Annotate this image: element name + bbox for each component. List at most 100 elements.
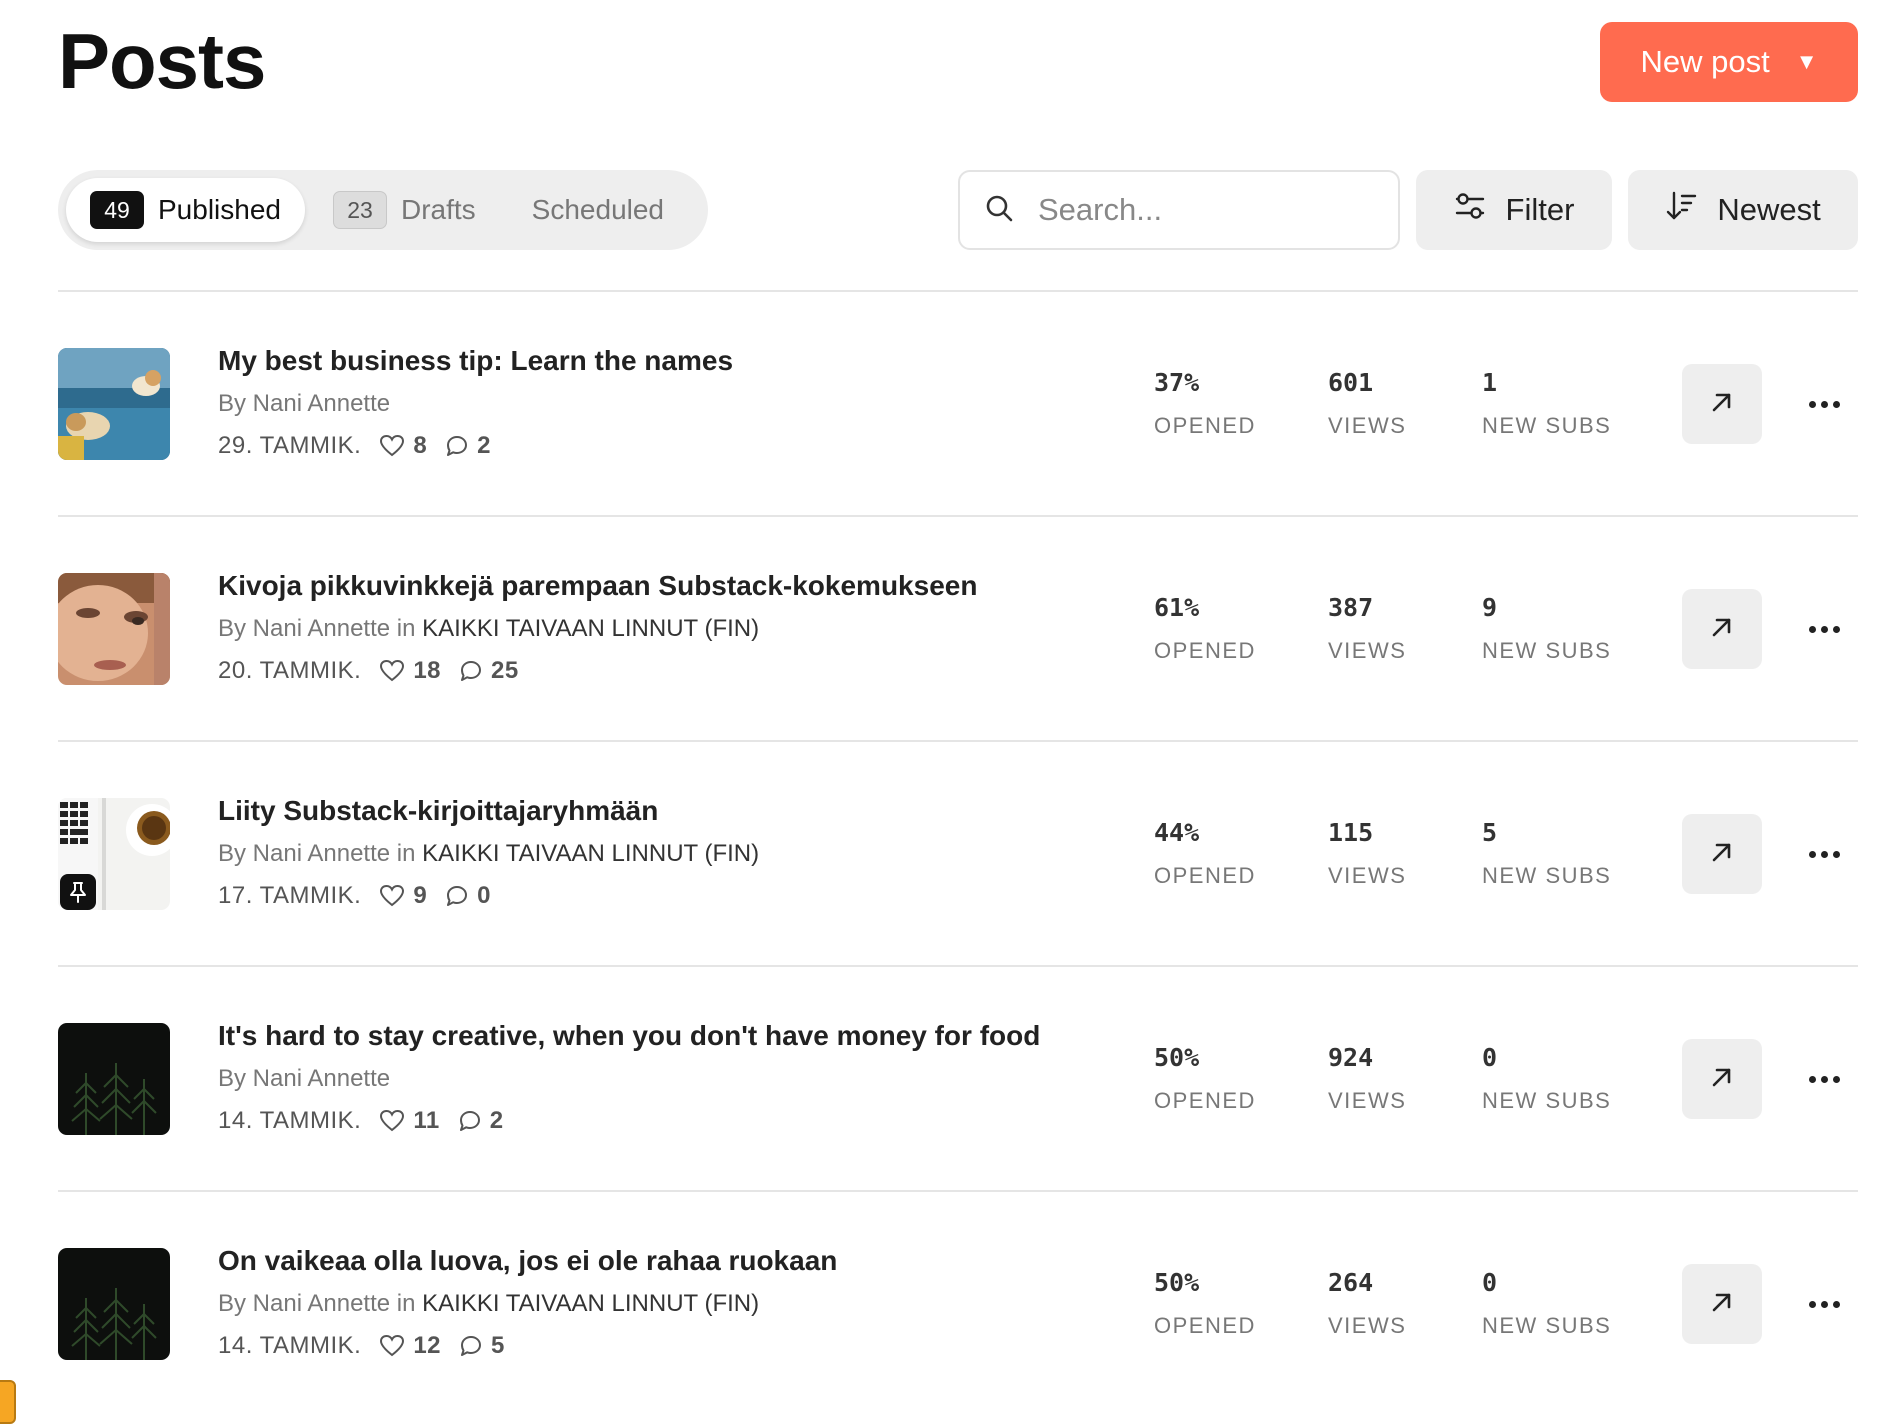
post-title[interactable]: Kivoja pikkuvinkkejä parempaan Substack-…	[218, 570, 977, 602]
post-thumbnail[interactable]	[58, 348, 170, 460]
published-count-badge: 49	[90, 191, 144, 229]
heart-icon	[379, 659, 405, 683]
new-subs-value: 0	[1482, 1268, 1498, 1297]
post-meta: 14. TAMMIK. 11 2	[218, 1107, 504, 1135]
new-post-button[interactable]: New post ▼	[1600, 22, 1858, 102]
tab-scheduled[interactable]: Scheduled	[504, 178, 692, 242]
more-options-button[interactable]	[1798, 828, 1850, 880]
post-row[interactable]: My best business tip: Learn the names By…	[58, 290, 1858, 515]
comment-icon	[445, 884, 469, 908]
publication-link[interactable]: KAIKKI TAIVAAN LINNUT (FIN)	[422, 840, 759, 867]
post-row[interactable]: Liity Substack-kirjoittajaryhmään By Nan…	[58, 740, 1858, 965]
post-thumbnail[interactable]	[58, 1023, 170, 1135]
post-byline: By Nani Annette in KAIKKI TAIVAAN LINNUT…	[218, 615, 759, 643]
dot	[1820, 850, 1828, 858]
post-meta: 20. TAMMIK. 18 25	[218, 657, 519, 685]
post-thumbnail[interactable]	[58, 1248, 170, 1360]
floating-tab-edge[interactable]	[0, 1380, 16, 1424]
comments-count: 25	[491, 657, 519, 684]
new-subs-label: NEW SUBS	[1482, 863, 1612, 888]
post-thumbnail[interactable]	[58, 798, 170, 910]
byline-author: By Nani Annette in	[218, 1290, 416, 1317]
dot	[1832, 850, 1840, 858]
open-post-button[interactable]	[1682, 589, 1762, 669]
page-title: Posts	[58, 17, 266, 105]
post-title[interactable]: Liity Substack-kirjoittajaryhmään	[218, 795, 658, 827]
sort-label: Newest	[1717, 192, 1821, 227]
views-stat: 387 VIEWS	[1328, 593, 1406, 664]
dot	[1820, 400, 1828, 408]
byline-author: By Nani Annette	[218, 390, 391, 417]
more-options-button[interactable]	[1798, 378, 1850, 430]
new-subs-label: NEW SUBS	[1482, 413, 1612, 438]
post-title[interactable]: On vaikeaa olla luova, jos ei ole rahaa …	[218, 1245, 837, 1277]
opened-label: OPENED	[1154, 638, 1256, 663]
dot	[1808, 400, 1816, 408]
views-value: 601	[1328, 368, 1374, 397]
open-post-button[interactable]	[1682, 1039, 1762, 1119]
filter-button[interactable]: Filter	[1416, 170, 1612, 250]
views-label: VIEWS	[1328, 413, 1407, 438]
views-label: VIEWS	[1328, 863, 1407, 888]
tab-drafts[interactable]: 23 Drafts	[305, 178, 504, 242]
heart-icon	[379, 884, 405, 908]
post-date: 29. TAMMIK.	[218, 432, 362, 459]
new-post-label: New post	[1640, 44, 1770, 79]
filter-label: Filter	[1505, 192, 1575, 227]
opened-value: 61%	[1154, 593, 1200, 622]
arrow-up-right-icon	[1708, 388, 1736, 421]
comments-count: 2	[489, 1107, 504, 1134]
comment-icon	[459, 1334, 483, 1358]
dot	[1808, 850, 1816, 858]
tab-published[interactable]: 49 Published	[66, 178, 305, 242]
open-post-button[interactable]	[1682, 814, 1762, 894]
views-value: 924	[1328, 1043, 1374, 1072]
post-row[interactable]: On vaikeaa olla luova, jos ei ole rahaa …	[58, 1190, 1858, 1415]
opened-label: OPENED	[1154, 1313, 1256, 1338]
comments-count: 2	[477, 432, 492, 459]
arrow-up-right-icon	[1708, 1063, 1736, 1096]
post-meta: 29. TAMMIK. 8 2	[218, 432, 491, 460]
likes-count: 8	[413, 432, 428, 459]
publication-link[interactable]: KAIKKI TAIVAAN LINNUT (FIN)	[422, 1290, 759, 1317]
dot	[1832, 400, 1840, 408]
sort-descending-icon	[1665, 190, 1697, 230]
new-subs-value: 0	[1482, 1043, 1498, 1072]
sliders-icon	[1454, 191, 1486, 229]
caret-down-icon[interactable]: ▼	[1796, 49, 1818, 75]
views-stat: 264 VIEWS	[1328, 1268, 1406, 1339]
new-subs-value: 1	[1482, 368, 1498, 397]
opened-stat: 50% OPENED	[1154, 1043, 1256, 1114]
byline-author: By Nani Annette in	[218, 840, 416, 867]
post-row[interactable]: It's hard to stay creative, when you don…	[58, 965, 1858, 1190]
arrow-up-right-icon	[1708, 1288, 1736, 1321]
new-subs-stat: 5 NEW SUBS	[1482, 818, 1611, 889]
views-value: 264	[1328, 1268, 1374, 1297]
more-options-button[interactable]	[1798, 1278, 1850, 1330]
search-input[interactable]	[1036, 191, 1380, 229]
opened-stat: 61% OPENED	[1154, 593, 1256, 664]
views-label: VIEWS	[1328, 1088, 1407, 1113]
more-options-button[interactable]	[1798, 1053, 1850, 1105]
more-options-button[interactable]	[1798, 603, 1850, 655]
publication-link[interactable]: KAIKKI TAIVAAN LINNUT (FIN)	[422, 615, 759, 642]
post-title[interactable]: It's hard to stay creative, when you don…	[218, 1020, 1040, 1052]
post-title[interactable]: My best business tip: Learn the names	[218, 345, 733, 377]
tab-drafts-label: Drafts	[400, 194, 476, 225]
post-row[interactable]: Kivoja pikkuvinkkejä parempaan Substack-…	[58, 515, 1858, 740]
dot	[1832, 625, 1840, 633]
views-stat: 924 VIEWS	[1328, 1043, 1406, 1114]
views-label: VIEWS	[1328, 1313, 1407, 1338]
sort-button[interactable]: Newest	[1628, 170, 1858, 250]
post-byline: By Nani Annette in KAIKKI TAIVAAN LINNUT…	[218, 840, 759, 868]
dot	[1808, 1300, 1816, 1308]
post-thumbnail[interactable]	[58, 573, 170, 685]
post-date: 14. TAMMIK.	[218, 1332, 362, 1359]
likes-count: 11	[413, 1107, 440, 1134]
post-date: 14. TAMMIK.	[218, 1107, 362, 1134]
post-meta: 17. TAMMIK. 9 0	[218, 882, 491, 910]
dot	[1808, 1075, 1816, 1083]
open-post-button[interactable]	[1682, 1264, 1762, 1344]
open-post-button[interactable]	[1682, 364, 1762, 444]
search-box[interactable]	[958, 170, 1400, 250]
